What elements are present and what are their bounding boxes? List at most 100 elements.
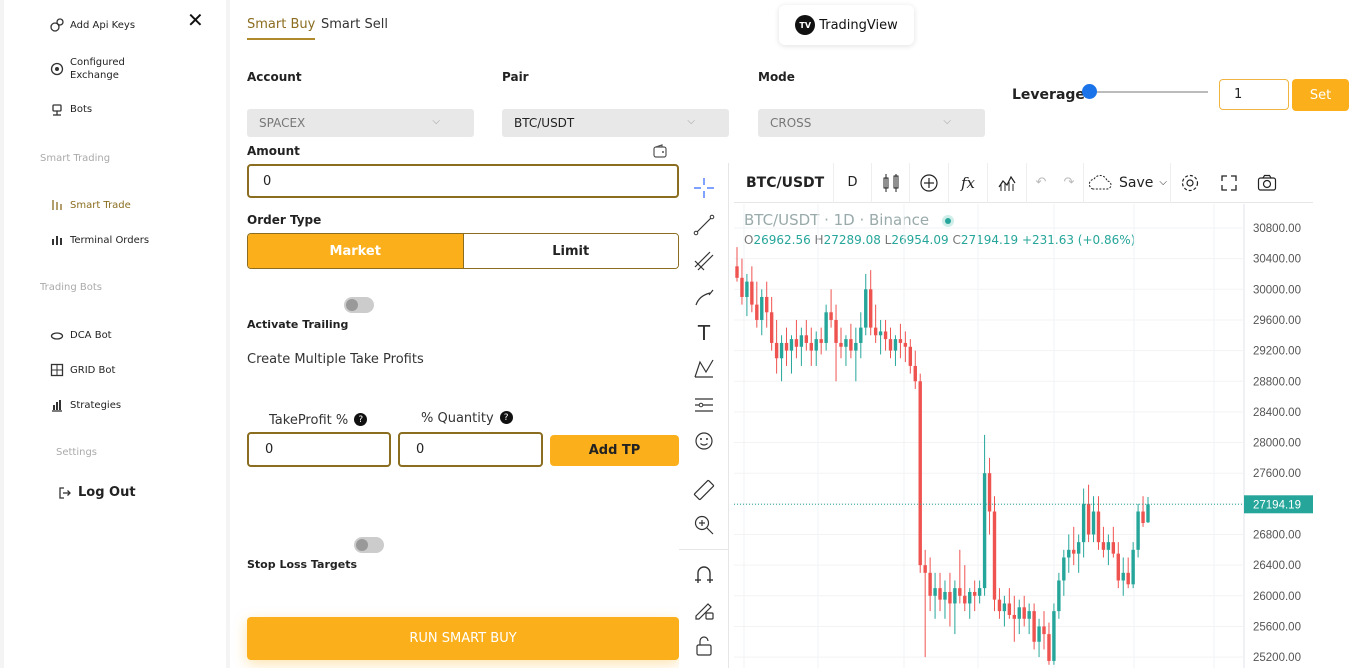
leverage-slider-handle[interactable] <box>1082 84 1097 99</box>
ruler-icon[interactable] <box>692 478 716 502</box>
brush-icon[interactable] <box>692 285 716 309</box>
leverage-label: Leverage <box>1012 87 1085 103</box>
run-smart-buy-button[interactable]: RUN SMART BUY <box>247 617 679 660</box>
account-select[interactable]: SPACEX ⌵ <box>247 109 474 137</box>
candle-body <box>1101 542 1106 550</box>
takeprofit-input[interactable]: 0 <box>247 432 391 467</box>
set-button[interactable]: Set <box>1292 79 1349 111</box>
leverage-slider-track[interactable] <box>1088 91 1208 93</box>
candle-body <box>898 339 903 343</box>
logout-icon <box>58 486 72 500</box>
logout-label: Log Out <box>78 485 136 500</box>
candle-body <box>859 327 863 343</box>
stop-loss-toggle[interactable] <box>354 537 384 553</box>
templates-icon[interactable] <box>988 162 1027 203</box>
sidebar-item-bots[interactable]: Bots <box>50 102 92 116</box>
camera-icon[interactable] <box>1248 163 1286 203</box>
candle-body <box>1096 511 1101 543</box>
save-button[interactable]: Save ⌵ <box>1084 162 1171 203</box>
candle-body <box>1037 626 1041 642</box>
section-settings[interactable]: Settings <box>56 447 97 458</box>
candle-body <box>1111 542 1116 554</box>
tradingview-badge[interactable]: TV TradingView <box>779 5 914 45</box>
candle-body <box>968 591 972 604</box>
candle-body <box>1121 572 1125 581</box>
tradingview-chart: T BTC/USDT D fx ↶ ↷ Save ⌵ BTC/USDT · 1D… <box>679 162 1313 668</box>
candle-body <box>819 339 823 343</box>
help-icon[interactable]: ? <box>354 413 368 426</box>
price-tick-label: 29600.00 <box>1253 315 1301 327</box>
sidebar-item-dca-bot[interactable]: DCA Bot <box>50 328 112 342</box>
key-coin-icon <box>50 18 64 32</box>
redo-icon[interactable]: ↷ <box>1055 162 1084 203</box>
candle-body <box>913 365 917 382</box>
candle-body <box>789 339 794 351</box>
lock-drawing-icon[interactable] <box>692 598 716 622</box>
zoom-in-icon[interactable] <box>692 513 716 537</box>
amount-input[interactable]: 0 <box>247 164 679 198</box>
candle-body <box>769 312 774 343</box>
tab-smart-sell[interactable]: Smart Sell <box>321 17 388 38</box>
crosshair-icon[interactable] <box>692 176 716 200</box>
limit-button[interactable]: Limit <box>463 234 678 268</box>
candle-body <box>779 342 784 359</box>
magnet-icon[interactable] <box>692 563 716 587</box>
settings-gear-icon[interactable] <box>1171 163 1209 203</box>
pitchfork-icon[interactable] <box>692 249 716 273</box>
interval-button[interactable]: D <box>834 162 872 203</box>
undo-icon[interactable]: ↶ <box>1027 163 1055 203</box>
drawing-toolbar: T <box>679 163 729 668</box>
tradingview-logo-icon: TV <box>795 15 816 35</box>
candle-body <box>834 319 838 343</box>
help-icon[interactable]: ? <box>499 411 513 424</box>
pair-select[interactable]: BTC/USDT ⌵ <box>502 109 729 137</box>
symbol-search[interactable]: BTC/USDT <box>734 162 834 203</box>
candle-body <box>888 339 893 351</box>
logout-button[interactable]: Log Out <box>58 485 136 500</box>
candle-body <box>963 595 967 604</box>
text-icon[interactable]: T <box>692 321 716 345</box>
sidebar-item-grid-bot[interactable]: GRID Bot <box>50 363 115 377</box>
sidebar-item-configured-exchange[interactable]: Configured Exchange <box>50 56 125 82</box>
emoji-icon[interactable] <box>692 429 716 453</box>
candle-body <box>839 342 843 347</box>
tab-smart-buy[interactable]: Smart Buy <box>247 17 316 40</box>
sidebar-item-smart-trade[interactable]: Smart Trade <box>50 198 131 212</box>
sidebar-item-add-api-keys[interactable]: Add Api Keys <box>50 18 135 32</box>
candlestick-plot[interactable]: 30800.00 30400.00 30000.00 29600.00 29200.00… <box>734 204 1313 668</box>
mode-select[interactable]: CROSS ⌵ <box>758 109 985 137</box>
section-trading-bots: Trading Bots <box>40 282 102 293</box>
fullscreen-icon[interactable] <box>1209 163 1248 203</box>
trailing-toggle[interactable] <box>344 297 374 313</box>
candle-body <box>755 304 759 320</box>
candle-body <box>1091 511 1096 535</box>
add-tp-button[interactable]: Add TP <box>550 435 679 466</box>
terminal-orders-icon <box>50 233 64 247</box>
candle-body <box>864 289 868 328</box>
price-tick-label: 25200.00 <box>1253 652 1301 664</box>
price-tick-label: 26400.00 <box>1253 560 1301 572</box>
activate-trailing-label: Activate Trailing <box>247 318 349 331</box>
candle-body <box>735 266 739 278</box>
quantity-input[interactable]: 0 <box>398 432 543 467</box>
candle-body <box>873 327 878 336</box>
trend-line-icon[interactable] <box>692 213 716 237</box>
fx-icon[interactable]: fx <box>949 162 988 203</box>
sidebar-item-terminal-orders[interactable]: Terminal Orders <box>50 233 149 247</box>
tradingview-label: TradingView <box>819 17 898 33</box>
pattern-icon[interactable] <box>692 357 716 381</box>
unlock-icon[interactable] <box>692 634 716 658</box>
main-panel: Smart Buy Smart Sell TV TradingView Acco… <box>230 0 1362 668</box>
candle-body <box>765 296 769 313</box>
candle-body <box>824 312 828 343</box>
candle-body <box>804 335 809 343</box>
candles-icon[interactable] <box>872 162 910 203</box>
add-indicator-icon[interactable] <box>910 162 949 203</box>
candle-body <box>1002 603 1007 612</box>
prediction-icon[interactable] <box>692 393 716 417</box>
leverage-input[interactable]: 1 <box>1219 79 1289 110</box>
sidebar-item-strategies[interactable]: Strategies <box>50 398 121 412</box>
close-icon[interactable]: ✕ <box>187 8 204 32</box>
wallet-icon[interactable] <box>652 143 668 159</box>
market-button[interactable]: Market <box>248 234 464 268</box>
